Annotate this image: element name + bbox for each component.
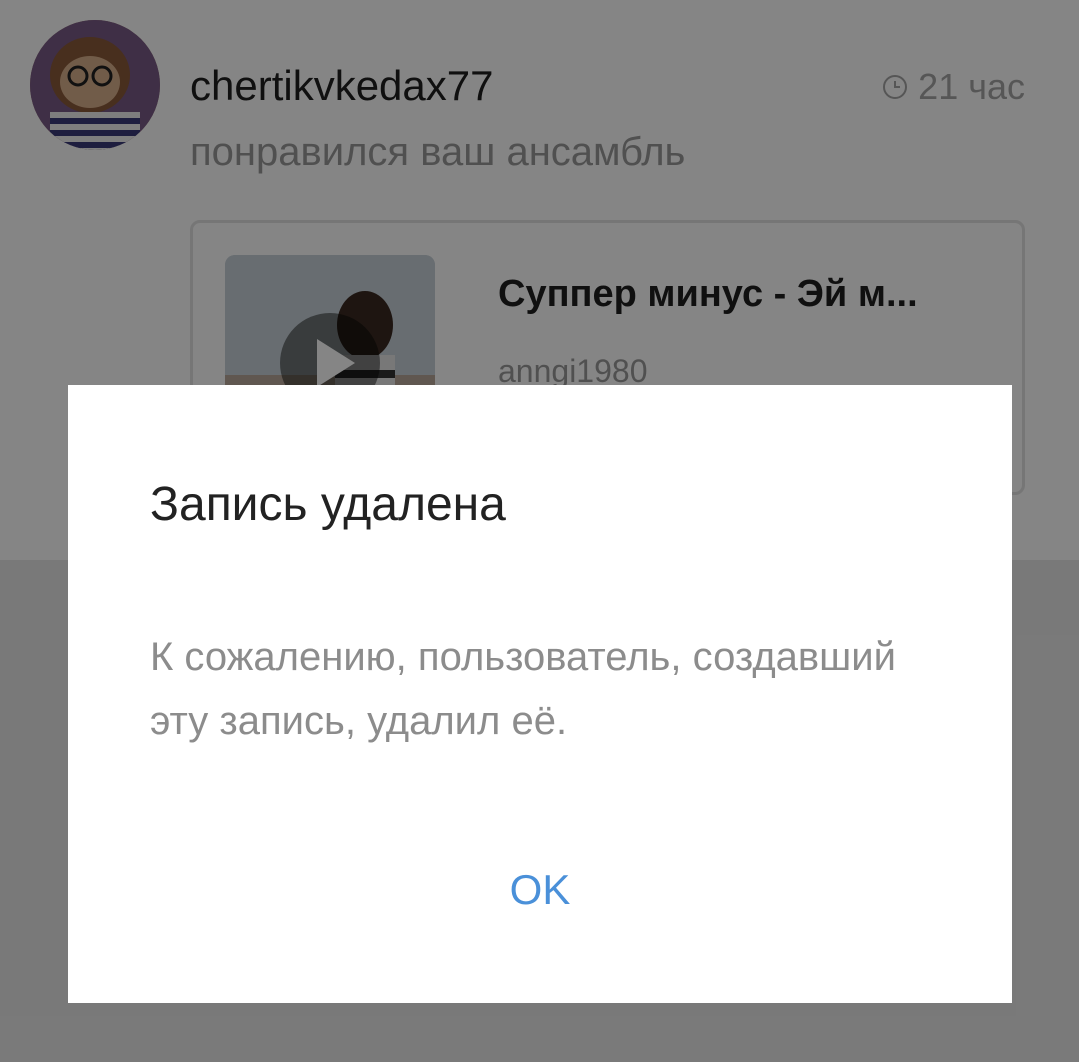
dialog-title: Запись удалена xyxy=(150,478,506,531)
deleted-post-dialog: Запись удалена К сожалению, пользователь… xyxy=(68,385,1012,1003)
dialog-message: К сожалению, пользователь, создавший эту… xyxy=(150,635,896,743)
ok-button[interactable]: OK xyxy=(480,855,600,925)
